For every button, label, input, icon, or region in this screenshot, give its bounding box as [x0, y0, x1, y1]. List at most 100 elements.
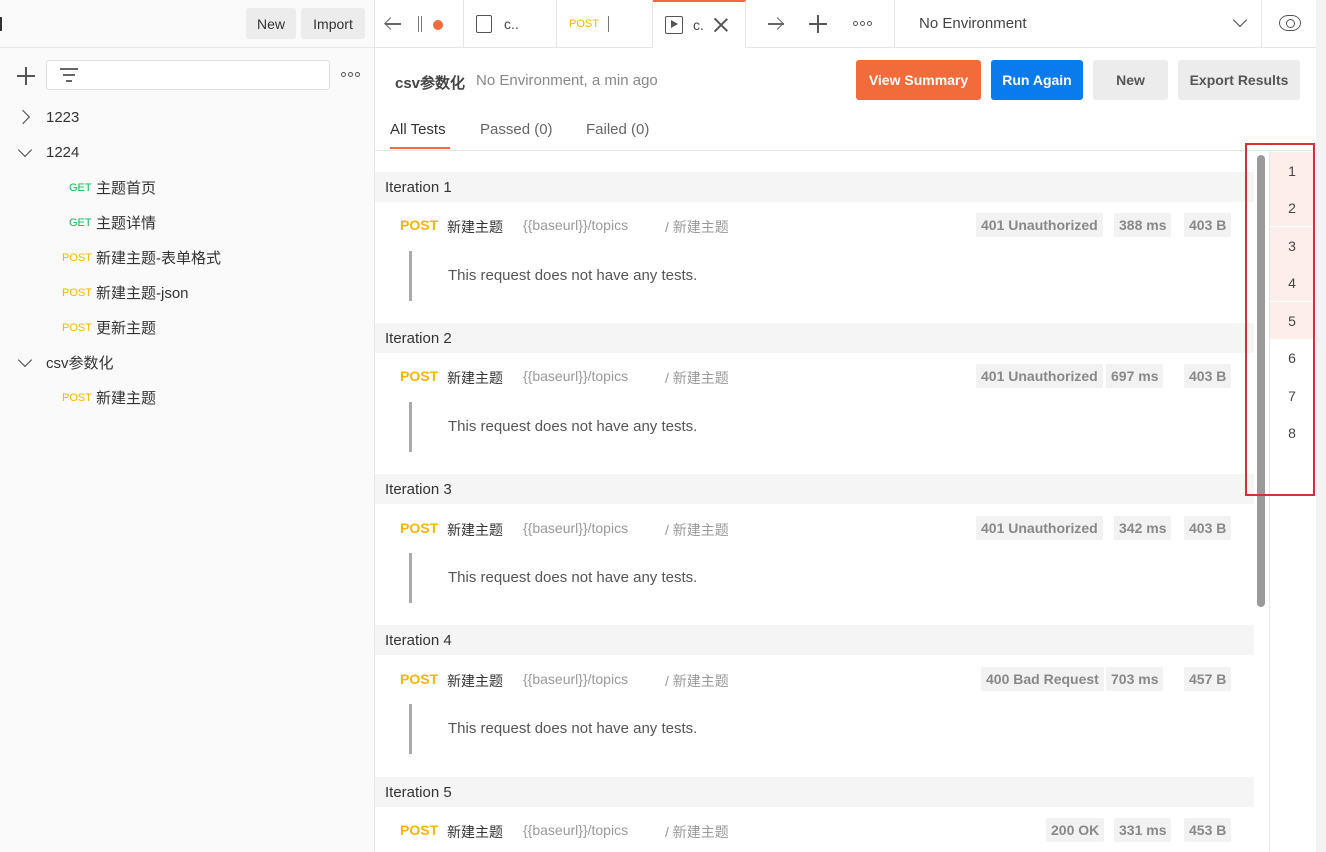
tab-all-tests[interactable]: All Tests [390, 121, 446, 138]
runner-icon [665, 16, 683, 34]
request-result-row[interactable]: POST 新建主题 {{baseurl}}/topics / 新建主题 200 … [375, 811, 1254, 851]
request-url: {{baseurl}}/topics [523, 368, 629, 384]
test-indicator-bar [409, 251, 412, 301]
time-badge: 703 ms [1106, 667, 1164, 691]
request-url: {{baseurl}}/topics [523, 217, 629, 233]
test-message: This request does not have any tests. [448, 569, 698, 586]
request-label: 主题详情 [96, 215, 157, 232]
chevron-down-icon[interactable] [17, 142, 33, 158]
size-badge: 453 B [1184, 818, 1232, 842]
method-badge: POST [62, 392, 92, 404]
request-label: 新建主题-json [96, 285, 189, 302]
request-path: / 新建主题 [665, 673, 729, 689]
unsaved-dot-icon [433, 20, 443, 30]
new-button[interactable]: New [246, 8, 296, 39]
document-icon [476, 15, 492, 33]
time-badge: 331 ms [1114, 818, 1172, 842]
forward-arrow-icon[interactable] [767, 17, 785, 31]
back-arrow-icon[interactable] [384, 17, 402, 31]
window-right-edge [1316, 0, 1326, 852]
request-url: {{baseurl}}/topics [523, 520, 629, 536]
tree-folder-csv[interactable]: csv参数化 [0, 345, 375, 380]
tree-folder-1224[interactable]: 1224 [0, 135, 375, 170]
request-path: / 新建主题 [665, 824, 729, 840]
time-badge: 342 ms [1114, 516, 1172, 540]
test-result: This request does not have any tests. [375, 251, 1254, 306]
size-badge: 403 B [1184, 516, 1232, 540]
tab-divider [1261, 0, 1262, 48]
request-result-row[interactable]: POST 新建主题 {{baseurl}}/topics / 新建主题 401 … [375, 357, 1254, 397]
run-title: csv参数化 [395, 75, 466, 92]
tab-failed[interactable]: Failed (0) [586, 121, 649, 138]
import-button[interactable]: Import [301, 8, 365, 39]
run-again-button[interactable]: Run Again [991, 60, 1083, 100]
time-badge: 388 ms [1114, 213, 1172, 237]
tab-method: POST [569, 18, 599, 30]
method-badge: GET [69, 217, 92, 229]
divider [375, 150, 1326, 151]
tab-collection[interactable]: c.. [464, 0, 557, 48]
method-label: POST [400, 520, 439, 536]
environment-quick-look-icon[interactable] [1279, 15, 1301, 31]
iteration-header: Iteration 4 [375, 625, 1254, 655]
tab-passed[interactable]: Passed (0) [480, 121, 553, 138]
iteration-header: Iteration 1 [375, 172, 1254, 202]
folder-label: csv参数化 [46, 355, 114, 372]
tree-folder-1223[interactable]: 1223 [0, 100, 375, 135]
time-badge: 697 ms [1106, 364, 1164, 388]
tree-request[interactable]: GET 主题首页 [0, 170, 375, 205]
tree-request[interactable]: POST 新建主题-json [0, 275, 375, 310]
folder-label: 1224 [46, 144, 80, 161]
environment-select[interactable]: No Environment [894, 0, 1261, 48]
request-name: 新建主题 [447, 219, 503, 235]
status-badge: 400 Bad Request [981, 667, 1104, 691]
method-label: POST [400, 217, 439, 233]
size-badge: 403 B [1184, 364, 1232, 388]
tab-runner[interactable]: c. [653, 0, 746, 48]
request-result-row[interactable]: POST 新建主题 {{baseurl}}/topics / 新建主题 401 … [375, 509, 1254, 549]
new-tab-icon[interactable] [809, 15, 827, 33]
active-tab-indicator [390, 147, 450, 149]
request-path: / 新建主题 [665, 370, 729, 386]
new-run-button[interactable]: New [1093, 60, 1168, 100]
tab-request[interactable]: POST [557, 0, 653, 48]
search-input[interactable] [46, 60, 330, 90]
test-message: This request does not have any tests. [448, 418, 698, 435]
export-results-button[interactable]: Export Results [1178, 60, 1300, 100]
method-badge: GET [69, 182, 92, 194]
request-label: 更新主题 [96, 320, 157, 337]
test-indicator-bar [409, 704, 412, 754]
tab-label: c.. [504, 16, 519, 32]
window-edge-marker [0, 17, 2, 31]
request-tab-icon [418, 16, 422, 32]
request-label: 新建主题 [96, 390, 157, 407]
chevron-down-icon [1232, 12, 1248, 28]
filter-icon[interactable] [60, 67, 78, 83]
status-badge: 401 Unauthorized [976, 213, 1103, 237]
request-path: / 新建主题 [665, 522, 729, 538]
request-path: / 新建主题 [665, 219, 729, 235]
request-result-row[interactable]: POST 新建主题 {{baseurl}}/topics / 新建主题 401 … [375, 206, 1254, 246]
add-collection-icon[interactable] [17, 67, 35, 85]
size-badge: 403 B [1184, 213, 1232, 237]
request-name: 新建主题 [447, 522, 503, 538]
tabs-more-icon[interactable] [853, 21, 872, 26]
tree-request[interactable]: GET 主题详情 [0, 205, 375, 240]
tree-request[interactable]: POST 新建主题 [0, 380, 375, 415]
status-badge: 200 OK [1046, 818, 1105, 842]
request-result-row[interactable]: POST 新建主题 {{baseurl}}/topics / 新建主题 400 … [375, 660, 1254, 700]
request-url: {{baseurl}}/topics [523, 671, 629, 687]
method-badge: POST [62, 252, 92, 264]
request-tab-icon [608, 16, 612, 32]
view-summary-button[interactable]: View Summary [856, 60, 981, 100]
tree-request[interactable]: POST 更新主题 [0, 310, 375, 345]
sidebar-more-icon[interactable] [341, 72, 360, 77]
method-badge: POST [62, 322, 92, 334]
close-icon[interactable] [713, 17, 729, 33]
request-name: 新建主题 [447, 824, 503, 840]
chevron-down-icon[interactable] [17, 352, 33, 368]
tree-request[interactable]: POST 新建主题-表单格式 [0, 240, 375, 275]
chevron-right-icon[interactable] [15, 109, 31, 125]
iteration-header: Iteration 3 [375, 474, 1254, 504]
method-label: POST [400, 671, 439, 687]
